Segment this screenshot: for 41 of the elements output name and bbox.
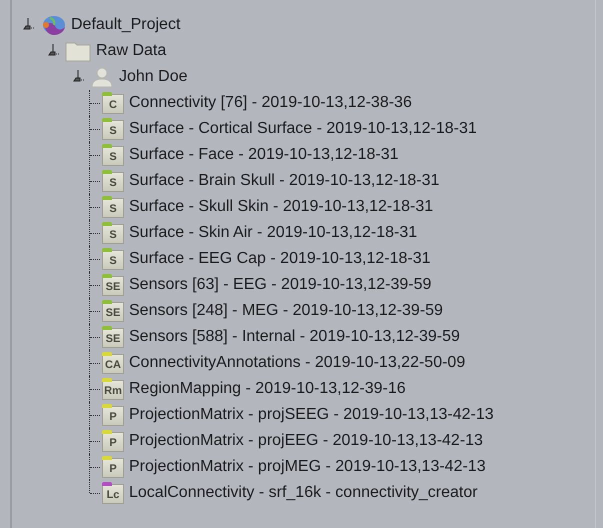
data-type-icon: S — [102, 146, 124, 166]
tree-item[interactable]: Surface - Cortical Surface - 2019-10-13,12-18-31 — [129, 120, 477, 138]
tree-item[interactable]: Surface - Skull Skin - 2019-10-13,12-18-31 — [129, 198, 434, 216]
tree-item[interactable]: ConnectivityAnnotations - 2019-10-13,22-50-09 — [129, 354, 466, 372]
tree-item[interactable]: Raw Data — [96, 42, 166, 60]
tree-item[interactable]: RegionMapping - 2019-10-13,12-39-16 — [129, 380, 406, 398]
tree-item[interactable]: ProjectionMatrix - projMEG - 2019-10-13,13-42-13 — [129, 458, 486, 476]
folder-icon — [65, 40, 91, 62]
data-type-icon: P — [102, 432, 124, 452]
tree-item[interactable]: Connectivity [76] - 2019-10-13,12-38-36 — [129, 94, 412, 112]
tree-item[interactable]: Surface - EEG Cap - 2019-10-13,12-18-31 — [129, 250, 430, 268]
data-type-icon: Lc — [102, 484, 124, 504]
data-type-icon: P — [102, 458, 124, 478]
collapse-toggle[interactable] — [47, 44, 61, 58]
data-type-icon: SE — [102, 302, 124, 322]
data-type-icon: C — [102, 94, 124, 114]
tree-item[interactable]: Surface - Brain Skull - 2019-10-13,12-18-31 — [129, 172, 440, 190]
data-type-icon: Rm — [102, 380, 124, 400]
data-type-icon: S — [102, 198, 124, 218]
data-type-icon: SE — [102, 328, 124, 348]
tree-item[interactable]: Surface - Skin Air - 2019-10-13,12-18-31 — [129, 224, 418, 242]
tree-item[interactable]: John Doe — [119, 68, 188, 86]
tree-item[interactable]: Surface - Face - 2019-10-13,12-18-31 — [129, 146, 398, 164]
brain-icon — [40, 14, 66, 36]
data-type-icon: S — [102, 120, 124, 140]
tree-item[interactable]: ProjectionMatrix - projEEG - 2019-10-13,13-42-13 — [129, 432, 483, 450]
collapse-toggle[interactable] — [72, 70, 86, 84]
tree-item[interactable]: LocalConnectivity - srf_16k - connectivity_creator — [129, 484, 478, 502]
data-type-icon: P — [102, 406, 124, 426]
tree-item[interactable]: Sensors [588] - Internal - 2019-10-13,12-39-59 — [129, 328, 460, 346]
data-type-icon: S — [102, 250, 124, 270]
collapse-toggle[interactable] — [22, 18, 36, 32]
tree-item[interactable]: Default_Project — [71, 16, 180, 34]
tree-item[interactable]: ProjectionMatrix - projSEEG - 2019-10-13,13-42-13 — [129, 406, 494, 424]
tree-item[interactable]: Sensors [248] - MEG - 2019-10-13,12-39-59 — [129, 302, 443, 320]
data-type-icon: S — [102, 224, 124, 244]
data-type-icon: CA — [102, 354, 124, 374]
data-type-icon: S — [102, 172, 124, 192]
data-type-icon: SE — [102, 276, 124, 296]
person-icon — [90, 66, 114, 88]
tree-item[interactable]: Sensors [63] - EEG - 2019-10-13,12-39-59 — [129, 276, 432, 294]
